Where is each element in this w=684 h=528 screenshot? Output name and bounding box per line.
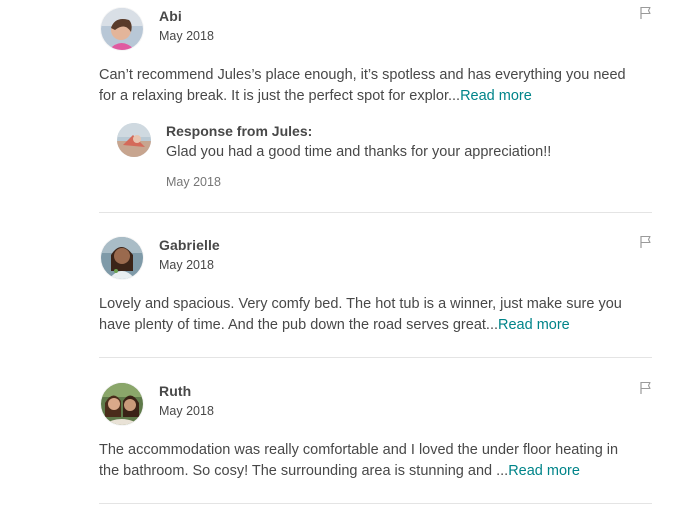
avatar-abi-image — [101, 8, 143, 50]
reviewer-name: Abi — [159, 8, 182, 24]
read-more-link[interactable]: Read more — [498, 317, 570, 333]
response-date: May 2018 — [166, 175, 221, 189]
review-text-line: for a relaxing break. It is just the per… — [99, 88, 461, 104]
response-text: Glad you had a good time and thanks for … — [166, 144, 552, 160]
report-review-button[interactable] — [639, 381, 653, 395]
review-text-line: have plenty of time. And the pub down th… — [99, 317, 498, 333]
review-date: May 2018 — [159, 404, 214, 418]
review-text-line: the bathroom. So cosy! The surrounding a… — [99, 463, 509, 479]
review-divider — [99, 212, 652, 213]
flag-icon — [640, 6, 651, 19]
review-text-line: The accommodation was really comfortable… — [99, 442, 619, 458]
response-title: Response from Jules: — [166, 123, 313, 139]
review-date: May 2018 — [159, 258, 214, 272]
avatar-gabrielle-image — [101, 237, 143, 279]
avatar-abi[interactable] — [101, 8, 143, 50]
review-text-line: Can’t recommend Jules’s place enough, it… — [99, 67, 626, 83]
avatar-ruth-image — [101, 383, 143, 425]
flag-icon — [640, 381, 651, 394]
report-review-button[interactable] — [639, 235, 653, 249]
review-divider — [99, 503, 652, 504]
review-text: Can’t recommend Jules’s place enough, it… — [99, 65, 659, 107]
avatar-gabrielle[interactable] — [101, 237, 143, 279]
reviewer-name: Ruth — [159, 383, 192, 399]
review-text: The accommodation was really comfortable… — [99, 440, 659, 482]
read-more-link[interactable]: Read more — [508, 463, 580, 479]
reviewer-name: Gabrielle — [159, 237, 220, 253]
host-avatar-image — [117, 123, 151, 157]
avatar-ruth[interactable] — [101, 383, 143, 425]
review-divider — [99, 357, 652, 358]
review-text-line: Lovely and spacious. Very comfy bed. The… — [99, 296, 622, 312]
review-date: May 2018 — [159, 29, 214, 43]
host-avatar[interactable] — [117, 123, 151, 157]
report-review-button[interactable] — [639, 6, 653, 20]
read-more-link[interactable]: Read more — [460, 88, 532, 104]
flag-icon — [640, 235, 651, 248]
review-text: Lovely and spacious. Very comfy bed. The… — [99, 294, 659, 336]
